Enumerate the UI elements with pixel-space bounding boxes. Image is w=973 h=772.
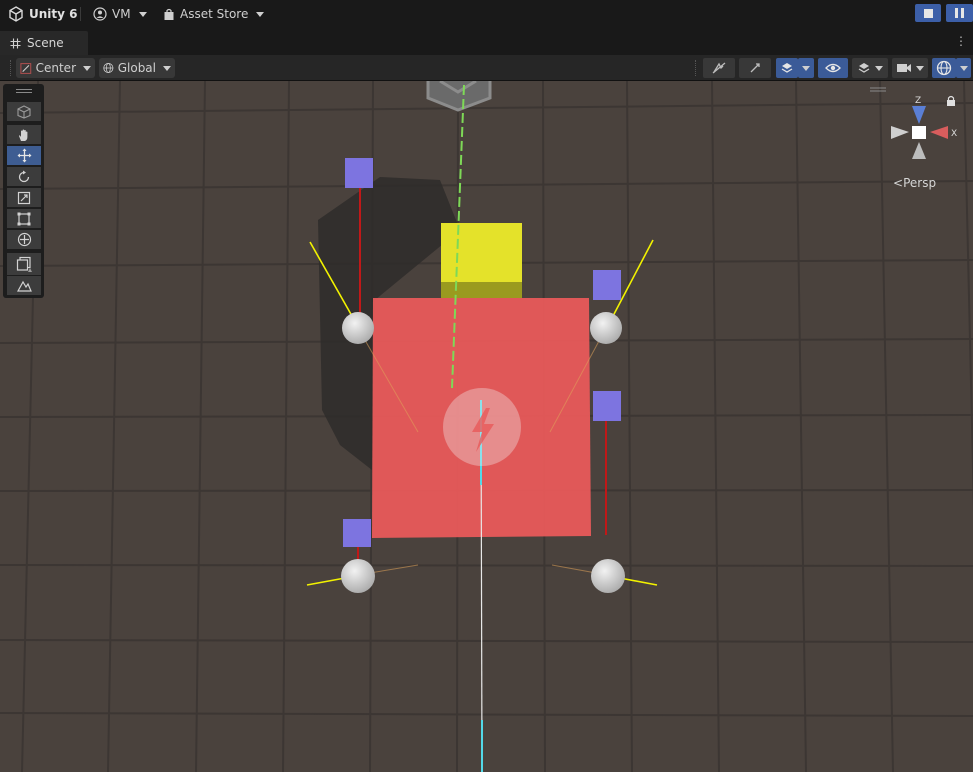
camera-orbit-icon — [750, 63, 760, 73]
chevron-down-icon — [916, 65, 924, 71]
light-sphere[interactable] — [342, 312, 374, 344]
gizmos-button[interactable] — [932, 58, 956, 78]
terrain-icon — [16, 280, 32, 292]
window-tab-bar: Scene ⋮ — [0, 28, 973, 55]
asset-store-dropdown[interactable]: Asset Store — [163, 0, 265, 28]
transform-tool[interactable] — [7, 230, 41, 249]
rect-tool[interactable] — [7, 209, 41, 228]
pause-button[interactable] — [946, 4, 973, 22]
chevron-down-icon — [256, 11, 265, 17]
account-label: VM — [112, 7, 131, 21]
stop-icon — [923, 8, 933, 18]
toolbar-grip — [10, 60, 13, 76]
layers-snap-button[interactable] — [776, 58, 798, 78]
pause-icon — [955, 8, 964, 18]
rect-icon — [17, 212, 31, 225]
hand-tool[interactable] — [7, 125, 41, 144]
layers-snap-icon — [781, 63, 793, 73]
panel-grip — [16, 92, 32, 93]
gizmo-handle[interactable] — [593, 391, 621, 421]
custom-tool[interactable] — [7, 253, 41, 275]
camera-dropdown[interactable] — [892, 58, 928, 78]
gizmo-x-label: X — [951, 129, 957, 139]
move-arrows-icon — [17, 148, 31, 163]
hand-icon — [19, 129, 28, 141]
tab-scene-label: Scene — [27, 36, 64, 50]
square-icon — [16, 256, 32, 272]
gizmo-handle[interactable] — [343, 519, 371, 547]
camera-icon — [897, 64, 911, 72]
light-sphere[interactable] — [341, 559, 375, 593]
transform-icon — [17, 232, 31, 247]
chevron-down-icon — [138, 11, 147, 17]
layers-snap-dropdown[interactable] — [798, 58, 814, 78]
chevron-down-icon — [959, 65, 968, 71]
fx-toggle-button[interactable] — [703, 58, 735, 78]
yellow-cube-side — [441, 282, 522, 298]
chevron-down-icon — [875, 65, 883, 71]
toolbar-grip — [695, 60, 698, 76]
panel-grip — [16, 89, 32, 90]
space-dropdown[interactable]: Global — [99, 58, 175, 78]
scene-viewport[interactable]: Z X <Persp — [0, 81, 973, 772]
scale-icon — [17, 191, 31, 204]
chevron-down-icon — [163, 65, 171, 71]
rotate-tool[interactable] — [7, 167, 41, 186]
more-options-icon[interactable]: ⋮ — [955, 35, 967, 47]
layers-dropdown[interactable] — [852, 58, 888, 78]
light-source-icon[interactable] — [443, 388, 521, 466]
pivot-dropdown[interactable]: Center — [16, 58, 95, 78]
pivot-label: Center — [35, 61, 76, 75]
projection-label: Persp — [903, 176, 937, 190]
chevron-left-icon: < — [893, 176, 904, 190]
scene-canvas[interactable]: Z X — [0, 81, 973, 772]
camera-orbit-button[interactable] — [739, 58, 771, 78]
gizmo-center-cube[interactable] — [912, 126, 926, 139]
main-toolbar: Unity 6 VM Asset Store — [0, 0, 973, 28]
chevron-down-icon — [802, 65, 810, 71]
projection-toggle[interactable]: <Persp — [893, 176, 936, 190]
fx-toggle-icon — [712, 62, 726, 74]
bag-icon — [164, 8, 174, 20]
unity-menu[interactable]: Unity 6 — [8, 0, 78, 28]
space-label: Global — [117, 61, 156, 75]
visibility-eye-icon — [825, 63, 841, 73]
scene-grid-icon — [10, 38, 21, 48]
move-tool[interactable] — [7, 146, 41, 165]
view-tool[interactable] — [7, 102, 41, 121]
light-sphere[interactable] — [590, 312, 622, 344]
terrain-tool[interactable] — [7, 276, 41, 295]
gizmo-handle[interactable] — [345, 158, 373, 188]
tab-scene[interactable]: Scene — [0, 31, 88, 55]
tools-overlay — [3, 84, 44, 298]
pivot-center-icon — [20, 62, 32, 74]
globe-icon — [103, 62, 114, 74]
cube-icon — [17, 104, 31, 119]
gizmos-dropdown[interactable] — [956, 58, 971, 78]
account-icon — [93, 7, 107, 21]
gizmo-z-label: Z — [915, 96, 921, 106]
visibility-button[interactable] — [818, 58, 848, 78]
account-dropdown[interactable]: VM — [93, 0, 147, 28]
chevron-down-icon — [83, 65, 91, 71]
gizmos-sphere-icon — [936, 60, 952, 76]
gizmo-handle[interactable] — [593, 270, 621, 300]
scene-toolbar: Center Global — [0, 55, 973, 81]
scale-tool[interactable] — [7, 188, 41, 207]
stop-button[interactable] — [915, 4, 941, 22]
rotate-icon — [18, 170, 30, 182]
divider — [80, 7, 81, 21]
app-title: Unity 6 — [29, 7, 78, 21]
unity-logo-icon — [9, 6, 23, 22]
layers-icon — [858, 63, 870, 73]
light-sphere[interactable] — [591, 559, 625, 593]
asset-store-label: Asset Store — [180, 7, 249, 21]
